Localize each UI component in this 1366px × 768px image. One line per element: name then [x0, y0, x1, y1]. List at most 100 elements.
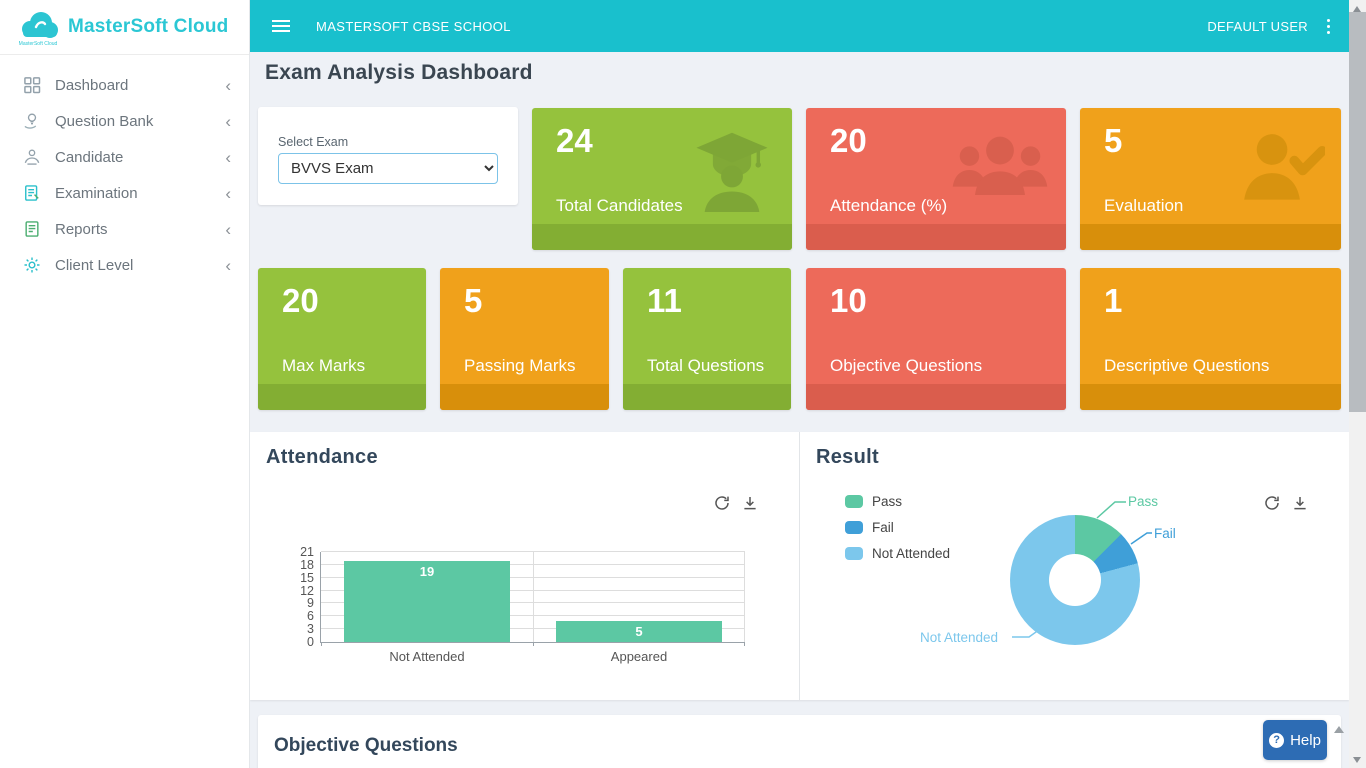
result-legend: Pass Fail Not Attended: [845, 494, 950, 572]
legend-item-pass[interactable]: Pass: [845, 494, 950, 509]
stat-card-evaluation: 5 Evaluation: [1080, 108, 1341, 250]
examination-icon: [22, 183, 42, 203]
chevron-left-icon: ‹: [225, 77, 231, 94]
legend-swatch: [845, 495, 863, 508]
legend-label: Fail: [872, 520, 894, 535]
help-button[interactable]: ? Help: [1263, 720, 1327, 760]
stat-card-total-candidates: 24 Total Candidates: [532, 108, 792, 250]
help-button-label: Help: [1290, 732, 1321, 749]
brand-name: MasterSoft Cloud: [68, 16, 228, 38]
stat-value: 20: [830, 122, 867, 160]
dashboard-icon: [22, 75, 42, 95]
refresh-icon[interactable]: [1263, 494, 1281, 512]
stat-card-attendance: 20 Attendance (%): [806, 108, 1066, 250]
sidebar-item-label: Client Level: [55, 257, 133, 274]
charts-panel: Attendance 03691215182119Not Attended5Ap…: [250, 432, 1349, 700]
school-name: MASTERSOFT CBSE SCHOOL: [316, 19, 511, 34]
stat-card-objective-questions: 10 Objective Questions: [806, 268, 1066, 410]
sidebar-item-label: Examination: [55, 185, 138, 202]
sidebar-item-label: Dashboard: [55, 77, 128, 94]
card-strip: [1080, 384, 1341, 410]
bar-appeared[interactable]: 5: [556, 621, 721, 642]
refresh-icon[interactable]: [713, 494, 731, 512]
question-bank-icon: [22, 111, 42, 131]
y-axis-tick: 15: [300, 571, 314, 585]
chevron-left-icon: ‹: [225, 113, 231, 130]
sidebar-item-label: Reports: [55, 221, 108, 238]
card-strip: [623, 384, 791, 410]
stat-label: Evaluation: [1104, 196, 1183, 216]
download-icon[interactable]: [1291, 494, 1309, 512]
result-donut-chart: [1010, 515, 1140, 645]
sidebar-item-candidate[interactable]: Candidate ‹: [0, 139, 249, 175]
download-icon[interactable]: [741, 494, 759, 512]
stat-label: Passing Marks: [464, 356, 575, 376]
y-axis-tick: 0: [307, 635, 314, 649]
kebab-menu-icon[interactable]: [1324, 16, 1333, 37]
legend-swatch: [845, 521, 863, 534]
legend-item-not-attended[interactable]: Not Attended: [845, 546, 950, 561]
sidebar-item-examination[interactable]: Examination ‹: [0, 175, 249, 211]
card-strip: [806, 384, 1066, 410]
hamburger-menu-icon[interactable]: [272, 17, 290, 35]
card-strip: [258, 384, 426, 410]
person-check-icon: [1233, 130, 1325, 213]
y-axis-tick: 12: [300, 584, 314, 598]
attendance-bar-chart: 03691215182119Not Attended5Appeared: [320, 552, 745, 643]
objective-questions-title: Objective Questions: [274, 735, 458, 757]
vertical-scrollbar[interactable]: [1349, 0, 1366, 768]
exam-select[interactable]: BVVS Exam: [278, 153, 498, 184]
logo-area[interactable]: MasterSoft Cloud MasterSoft Cloud: [0, 0, 249, 55]
sidebar-item-label: Question Bank: [55, 113, 153, 130]
attendance-chart-title: Attendance: [266, 446, 378, 469]
chevron-left-icon: ‹: [225, 149, 231, 166]
donut-label-not-attended: Not Attended: [920, 630, 998, 645]
sidebar-item-question-bank[interactable]: Question Bank ‹: [0, 103, 249, 139]
stat-label: Total Questions: [647, 356, 764, 376]
stat-value: 20: [282, 282, 319, 320]
stat-value: 11: [647, 282, 682, 320]
card-strip: [1080, 224, 1341, 250]
stat-card-total-questions: 11 Total Questions: [623, 268, 791, 410]
app-window: MasterSoft Cloud MasterSoft Cloud Dashbo…: [0, 0, 1366, 768]
x-axis-label: Appeared: [533, 649, 745, 664]
stat-value: 1: [1104, 282, 1122, 320]
sidebar-item-dashboard[interactable]: Dashboard ‹: [0, 67, 249, 103]
sidebar-menu: Dashboard ‹ Question Bank ‹: [0, 55, 249, 283]
sidebar-item-client-level[interactable]: Client Level ‹: [0, 247, 249, 283]
stat-label: Total Candidates: [556, 196, 683, 216]
bar-not-attended[interactable]: 19: [344, 561, 509, 642]
stat-value: 24: [556, 122, 593, 160]
y-axis-tick: 9: [307, 596, 314, 610]
select-exam-label: Select Exam: [278, 135, 348, 149]
sidebar-item-label: Candidate: [55, 149, 123, 166]
stat-label: Attendance (%): [830, 196, 947, 216]
donut-label-pass: Pass: [1128, 494, 1158, 509]
main-content: Exam Analysis Dashboard Select Exam BVVS…: [250, 52, 1349, 768]
user-menu[interactable]: DEFAULT USER: [1207, 19, 1308, 34]
stat-card-passing-marks: 5 Passing Marks: [440, 268, 609, 410]
stat-label: Objective Questions: [830, 356, 982, 376]
donut-label-fail: Fail: [1154, 526, 1176, 541]
y-axis-tick: 3: [307, 622, 314, 636]
page-title: Exam Analysis Dashboard: [265, 61, 533, 85]
y-axis-tick: 21: [300, 545, 314, 559]
card-strip: [440, 384, 609, 410]
candidate-icon: [22, 147, 42, 167]
stat-value: 10: [830, 282, 867, 320]
scroll-down-arrow[interactable]: [1353, 757, 1361, 763]
card-strip: [532, 224, 792, 250]
sidebar-item-reports[interactable]: Reports ‹: [0, 211, 249, 247]
logo-caption: MasterSoft Cloud: [16, 41, 60, 47]
result-chart-title: Result: [816, 446, 879, 469]
result-chart-panel: Result Pass Fail Not Attended: [800, 432, 1349, 700]
scrollbar-thumb[interactable]: [1349, 12, 1366, 412]
attendance-chart-panel: Attendance 03691215182119Not Attended5Ap…: [250, 432, 800, 700]
chevron-left-icon: ‹: [225, 185, 231, 202]
bar-value-label: 5: [556, 624, 721, 639]
inner-scroll-up-arrow[interactable]: [1334, 726, 1344, 733]
y-axis-tick: 18: [300, 558, 314, 572]
legend-item-fail[interactable]: Fail: [845, 520, 950, 535]
stat-value: 5: [464, 282, 482, 320]
stat-card-descriptive-questions: 1 Descriptive Questions: [1080, 268, 1341, 410]
